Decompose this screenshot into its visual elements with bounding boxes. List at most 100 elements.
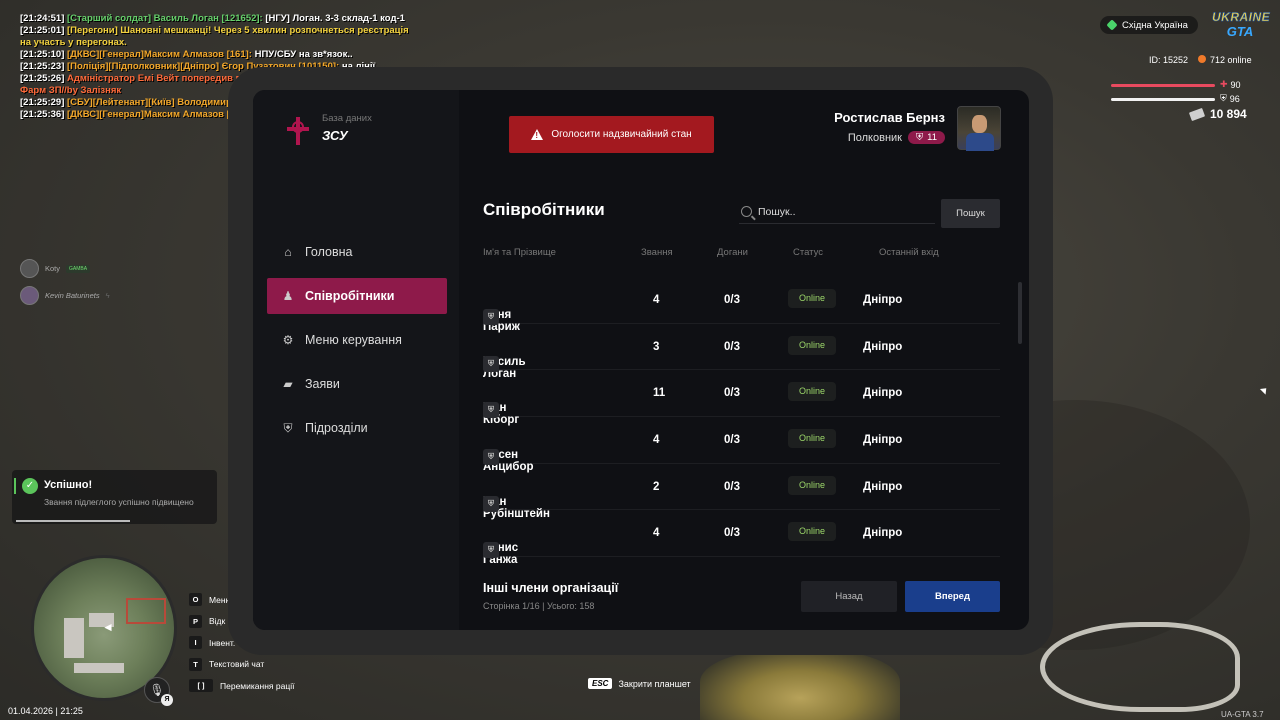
online-icon (1198, 55, 1207, 63)
employee-last-login: Дніпро (863, 340, 903, 353)
employees-panel: Співробітники Пошук Ім'я та Прізвище Зва… (483, 90, 1003, 630)
sidebar-item-1[interactable]: ⌂ Головна (267, 234, 447, 270)
table-header: Ім'я та Прізвище Звання Догани Статус Ос… (483, 247, 1003, 261)
logo-line1: UKRAINE (1212, 10, 1271, 25)
datetime: 01.04.2026 | 21:25 (8, 706, 83, 716)
employee-rank: 4 (653, 294, 660, 306)
shield-icon[interactable]: ⛨ (483, 542, 499, 559)
money-value: 10 894 (1210, 107, 1247, 121)
voice-user-tag: GAMBA (66, 264, 91, 273)
keybind-label: Текстовий чат (209, 659, 265, 670)
employee-warnings: 0/3 (724, 294, 740, 306)
chat-segment: [21:25:29] (20, 97, 67, 108)
key-cap: T (189, 657, 202, 671)
employee-last-login: Дніпро (863, 387, 903, 400)
keybind-row: T Текстовий чат (189, 654, 294, 676)
sidebar-item-label: Співробітники (305, 289, 395, 303)
shield-icon[interactable]: ⛨ (483, 402, 499, 419)
database-label: База даних (322, 113, 372, 124)
emblem-icon (287, 117, 309, 145)
employee-last-login: Дніпро (863, 434, 903, 447)
snow-patch (1040, 622, 1240, 712)
sidebar-item-4[interactable]: ▰ Заяви (267, 366, 447, 402)
employee-last-login: Дніпро (863, 480, 903, 493)
status-badge: Online (788, 429, 836, 449)
chat-segment: [Старший солдат] Василь Логан [121652]: (67, 13, 266, 24)
gear-icon: ⚙ (282, 333, 294, 347)
scrollbar[interactable] (1018, 282, 1022, 344)
chat-segment: [21:25:01] (20, 25, 67, 36)
column-last-login: Останній вхід (879, 247, 939, 258)
map-zone (126, 598, 166, 624)
column-status: Статус (793, 247, 824, 258)
armor-icon: ⛨ (1220, 93, 1227, 103)
sidebar-item-label: Підрозділи (305, 421, 368, 435)
health-bar (1111, 84, 1215, 87)
pagination-info: Сторінка 1/16 | Усього: 158 (483, 601, 595, 611)
table-row[interactable]: Арсен Анцибор ⛨ 4 0/3 Online Дніпро (483, 417, 1000, 473)
search-icon (741, 206, 752, 217)
shield-icon[interactable]: ⛨ (483, 355, 499, 372)
chat-segment: [21:25:26] (20, 73, 67, 84)
employee-warnings: 0/3 (724, 387, 740, 400)
table-row[interactable]: Василь Логан ⛨ 3 0/3 Online Дніпро (483, 324, 1000, 380)
table-row[interactable]: Іван Кіборг⛨110/3OnlineДніпро (483, 370, 1000, 426)
keybind-label: Перемикання рації (220, 680, 295, 691)
close-tablet-hint: ESC Закрити планшет (588, 678, 691, 689)
table-row[interactable]: Денис Ганжа ⛨ 4 0/3 Online Дніпро (483, 510, 1000, 566)
sidebar-item-3[interactable]: ⚙ Меню керування (267, 322, 447, 358)
chat-segment: [НГУ] Логан. 3-3 склад-1 код-1 (265, 13, 405, 24)
sidebar-item-label: Заяви (305, 377, 340, 391)
table-row[interactable]: Даня Париж⛨40/3OnlineДніпро (483, 277, 1000, 333)
search-button[interactable]: Пошук (941, 199, 1000, 228)
keybind-label: Відк (209, 616, 226, 627)
chat-segment: [21:25:36] (20, 109, 67, 120)
esc-label: Закрити планшет (618, 678, 691, 689)
home-icon: ⌂ (284, 245, 292, 259)
employee-rank: 11 (653, 387, 666, 400)
microphone-button[interactable]: 🎙 Я (144, 677, 173, 706)
shield-icon: ⛨ (283, 420, 293, 435)
back-button[interactable]: Назад (801, 581, 897, 612)
avatar (20, 286, 39, 305)
next-button[interactable]: Вперед (905, 581, 1000, 612)
shield-icon[interactable]: ⛨ (483, 449, 499, 466)
player-arrow-icon: ◄ (102, 620, 114, 634)
voice-user: Kevin Baturinets ϟ (20, 286, 110, 305)
shield-icon[interactable]: ⛨ (483, 495, 499, 512)
chat-segment: [ДКВС][Генерал]Максим Алмазов [161]: (67, 109, 255, 120)
chat-segment: [21:25:10] (20, 49, 67, 60)
toast-message: Звання підлеглого успішно підвищено (44, 497, 194, 507)
folder-icon: ▰ (283, 377, 293, 391)
shield-icon[interactable]: ⛨ (483, 309, 499, 325)
employee-rank: 3 (653, 340, 660, 353)
table-row[interactable]: Іван Рубінштейн⛨20/3OnlineДніпро (483, 464, 1000, 520)
employee-rank: 2 (653, 480, 660, 493)
region-icon (1106, 19, 1118, 31)
chat-line: [21:24:51] [Старший солдат] Василь Логан… (20, 13, 415, 25)
employee-rank: 4 (653, 434, 660, 447)
employee-last-login: Дніпро (863, 294, 903, 306)
employee-warnings: 0/3 (724, 480, 740, 493)
search-box (739, 200, 935, 224)
org-name: ЗСУ (322, 128, 348, 143)
key-cap: P (189, 614, 202, 628)
armor-value: ⛨ 96 (1220, 93, 1240, 104)
column-warnings: Догани (717, 247, 748, 258)
sidebar-item-2[interactable]: ♟ Співробітники (267, 278, 447, 314)
toast-accent (14, 478, 16, 494)
player-id: ID: 15252 (1149, 55, 1189, 65)
health-icon: ✚ (1220, 79, 1228, 89)
sidebar-item-5[interactable]: ⛨ Підрозділи (267, 410, 447, 446)
mic-badge: Я (161, 694, 173, 706)
status-badge: Online (788, 289, 836, 308)
online-count: 712 online (1198, 55, 1252, 65)
users-icon: ♟ (282, 289, 294, 303)
toast-progress (16, 520, 130, 522)
keybind-label: Інвент. (209, 637, 236, 648)
page-title: Співробітники (483, 200, 605, 219)
search-input[interactable] (758, 205, 908, 218)
status-badge: Online (788, 475, 836, 495)
chat-segment: НПУ/СБУ на зв*язок.. (254, 49, 353, 60)
armor-bar (1111, 98, 1215, 101)
